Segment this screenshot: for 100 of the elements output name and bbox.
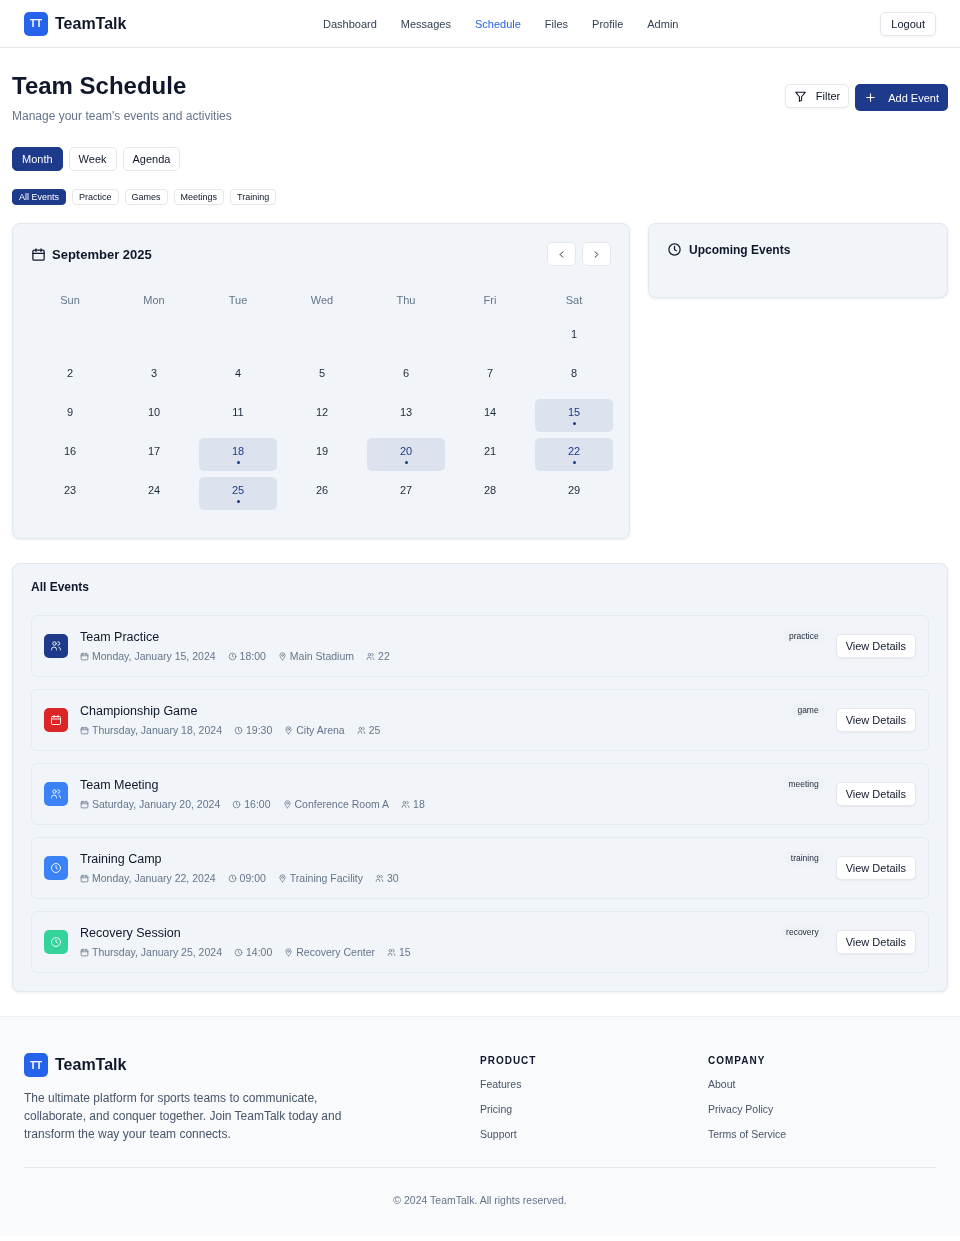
- event-time: 19:30: [245, 724, 273, 736]
- logo-mark: TT: [24, 1053, 48, 1077]
- nav-link[interactable]: Schedule: [474, 17, 521, 30]
- calendar-day[interactable]: 7: [451, 360, 529, 393]
- calendar-day[interactable]: 6: [367, 360, 445, 393]
- footer-link[interactable]: Features: [480, 1078, 522, 1090]
- calendar-day[interactable]: 4: [199, 360, 277, 393]
- event-location: Conference Room A: [294, 798, 390, 810]
- view-details-button[interactable]: View Details: [835, 634, 916, 658]
- calendar-day[interactable]: 3: [115, 360, 193, 393]
- next-month-button[interactable]: [582, 242, 611, 266]
- calendar-day[interactable]: 5: [283, 360, 361, 393]
- view-details-button[interactable]: View Details: [835, 708, 916, 732]
- nav-link[interactable]: Dashboard: [323, 17, 377, 30]
- calendar-day[interactable]: 23: [31, 477, 109, 510]
- footer-link[interactable]: Support: [480, 1128, 517, 1140]
- footer-description: The ultimate platform for sports teams to communicate, collaborate, and conquer together. Join TeamTalk today and transform the way your team connects.: [24, 1090, 343, 1143]
- clock-icon: [233, 947, 243, 957]
- calendar-day[interactable]: 19: [283, 438, 361, 471]
- add-event-button[interactable]: Add Event: [855, 84, 948, 111]
- month-title: September 2025: [52, 246, 152, 262]
- event-time: 18:00: [239, 650, 266, 662]
- weekday-label: Sat: [564, 293, 584, 308]
- weekday-label: Mon: [142, 293, 166, 308]
- attendee-count: 15: [399, 946, 411, 958]
- calendar-day[interactable]: 22: [535, 438, 613, 471]
- category-filter[interactable]: Training: [230, 189, 277, 205]
- calendar-day[interactable]: 10: [115, 399, 193, 432]
- footer-link[interactable]: Terms of Service: [708, 1128, 787, 1140]
- view-tab[interactable]: Agenda: [122, 147, 181, 171]
- nav-link[interactable]: Messages: [400, 17, 451, 30]
- brand-name: TeamTalk: [55, 1056, 127, 1074]
- card-title: All Events: [31, 580, 91, 594]
- calendar-day[interactable]: 17: [115, 438, 193, 471]
- nav-link[interactable]: Profile: [592, 17, 624, 30]
- event-location: City Arena: [296, 724, 345, 736]
- clock-icon: [233, 725, 243, 735]
- event-time: 16:00: [244, 798, 271, 810]
- calendar-day[interactable]: 9: [31, 399, 109, 432]
- calendar-day[interactable]: 25: [199, 477, 277, 510]
- page-title: Team Schedule: [12, 72, 188, 100]
- filter-icon: [793, 89, 807, 103]
- calendar-day[interactable]: 24: [115, 477, 193, 510]
- footer-link[interactable]: About: [708, 1078, 736, 1090]
- event-date: Monday, January 15, 2024: [92, 650, 216, 662]
- calendar-day[interactable]: 15: [535, 399, 613, 432]
- calendar-icon: [80, 651, 89, 661]
- footer-heading: COMPANY: [708, 1055, 766, 1066]
- view-tab[interactable]: Month: [12, 147, 63, 171]
- calendar-day[interactable]: 21: [451, 438, 529, 471]
- event-title: Training Camp: [80, 852, 163, 866]
- footer-link[interactable]: Pricing: [480, 1103, 513, 1115]
- people-icon: [356, 725, 366, 735]
- people-icon: [366, 651, 376, 661]
- calendar-day[interactable]: 20: [367, 438, 445, 471]
- copyright: © 2024 TeamTalk. All rights reserved.: [392, 1194, 568, 1206]
- weekday-label: Fri: [482, 293, 498, 308]
- calendar-day[interactable]: 29: [535, 477, 613, 510]
- attendee-count: 30: [387, 872, 399, 884]
- clock-icon: [227, 651, 237, 661]
- calendar-day[interactable]: 14: [451, 399, 529, 432]
- weekday-label: Thu: [395, 293, 417, 308]
- logout-button[interactable]: Logout: [880, 11, 936, 36]
- calendar-day[interactable]: 27: [367, 477, 445, 510]
- category-filter[interactable]: Games: [124, 189, 168, 205]
- view-details-button[interactable]: View Details: [835, 782, 916, 806]
- calendar-day[interactable]: 13: [367, 399, 445, 432]
- view-tab[interactable]: Week: [68, 147, 117, 171]
- calendar-day[interactable]: 16: [31, 438, 109, 471]
- calendar-day[interactable]: 11: [199, 399, 277, 432]
- location-pin-icon: [284, 947, 294, 957]
- attendee-count: 25: [368, 724, 381, 736]
- calendar-day[interactable]: 28: [451, 477, 529, 510]
- chevron-right-icon: [591, 248, 602, 260]
- filter-button[interactable]: Filter: [784, 84, 850, 108]
- clock-icon: [232, 799, 242, 809]
- page-subtitle: Manage your team's events and activities: [12, 109, 232, 123]
- calendar-day[interactable]: 1: [535, 321, 613, 354]
- plus-icon: [864, 91, 878, 104]
- weekday-label: Wed: [309, 293, 335, 308]
- weekday-label: Tue: [227, 293, 249, 308]
- location-pin-icon: [277, 873, 287, 883]
- footer-link[interactable]: Privacy Policy: [708, 1103, 774, 1115]
- nav-link[interactable]: Admin: [647, 17, 679, 30]
- category-filter[interactable]: All Events: [12, 189, 67, 205]
- view-details-button[interactable]: View Details: [835, 856, 916, 880]
- event-type-tag: practice: [783, 629, 824, 643]
- category-filter[interactable]: Meetings: [173, 189, 225, 205]
- category-filter[interactable]: Practice: [72, 189, 119, 205]
- calendar-icon: [31, 246, 46, 262]
- calendar-day[interactable]: 12: [283, 399, 361, 432]
- calendar-day[interactable]: 8: [535, 360, 613, 393]
- calendar-day[interactable]: 26: [283, 477, 361, 510]
- calendar-day[interactable]: 18: [199, 438, 277, 471]
- previous-month-button[interactable]: [547, 242, 576, 266]
- calendar-day[interactable]: 2: [31, 360, 109, 393]
- view-details-button[interactable]: View Details: [835, 930, 916, 954]
- event-date: Thursday, January 25, 2024: [92, 946, 222, 958]
- logo-mark: TT: [24, 11, 48, 36]
- nav-link[interactable]: Files: [544, 17, 569, 30]
